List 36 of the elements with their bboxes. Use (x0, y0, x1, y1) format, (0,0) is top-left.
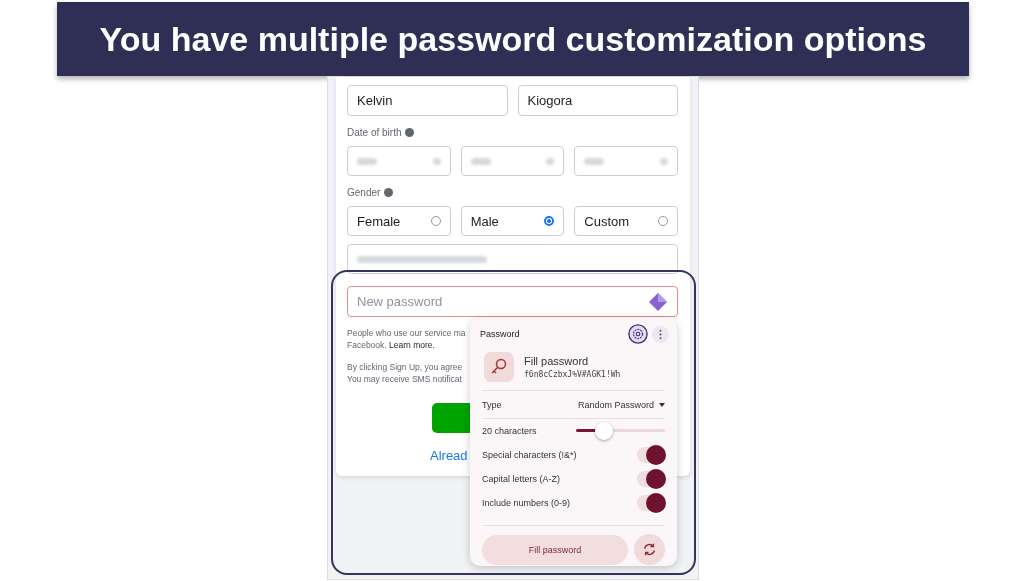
refresh-icon[interactable] (634, 534, 665, 565)
length-slider[interactable] (576, 422, 665, 440)
dob-label: Date of birth (347, 126, 402, 138)
diamond-icon[interactable] (648, 291, 668, 312)
popup-title: Password (480, 329, 521, 339)
type-dropdown[interactable]: Random Password (577, 399, 665, 410)
gender-option[interactable]: Male (460, 206, 565, 236)
key-icon (484, 352, 514, 382)
terms-text: By clicking Sign Up, you agree You may receive SMS notificat (347, 361, 463, 385)
slider-thumb[interactable] (595, 422, 614, 440)
type-label: Type (482, 399, 502, 410)
gender-option[interactable]: Custom (574, 206, 678, 236)
fill-password-title[interactable]: Fill password (524, 355, 621, 367)
fill-password-button[interactable]: Fill password (482, 534, 628, 565)
help-icon[interactable] (405, 127, 415, 137)
data-notice: People who use our service ma Facebook. Learn more. (347, 327, 466, 351)
option-label: Special characters (!&*) (482, 450, 577, 460)
first-name-field[interactable]: Kelvin (347, 85, 508, 116)
email-field[interactable] (347, 244, 678, 274)
caret-icon (659, 402, 665, 407)
login-link[interactable]: Alread (430, 448, 468, 463)
help-icon[interactable] (384, 187, 394, 197)
radio-button[interactable] (544, 216, 555, 226)
learn-more-link[interactable]: Learn more. (389, 340, 435, 350)
toggle-switch[interactable] (637, 495, 665, 511)
toggle-switch[interactable] (637, 447, 665, 463)
settings-icon[interactable] (628, 324, 648, 344)
banner-title: You have multiple password customization options (99, 19, 927, 59)
gender-option[interactable]: Female (347, 206, 451, 236)
generated-password: f6n8cCzbxJ%V#AGK1!Wh (524, 370, 621, 379)
length-label: 20 characters (482, 426, 537, 436)
last-name-field[interactable]: Kiogora (517, 85, 678, 116)
gender-label: Gender (347, 186, 381, 198)
option-label: Capital letters (A-Z) (482, 474, 561, 484)
toggle-switch[interactable] (637, 471, 665, 487)
option-label: Include numbers (0-9) (482, 498, 571, 508)
